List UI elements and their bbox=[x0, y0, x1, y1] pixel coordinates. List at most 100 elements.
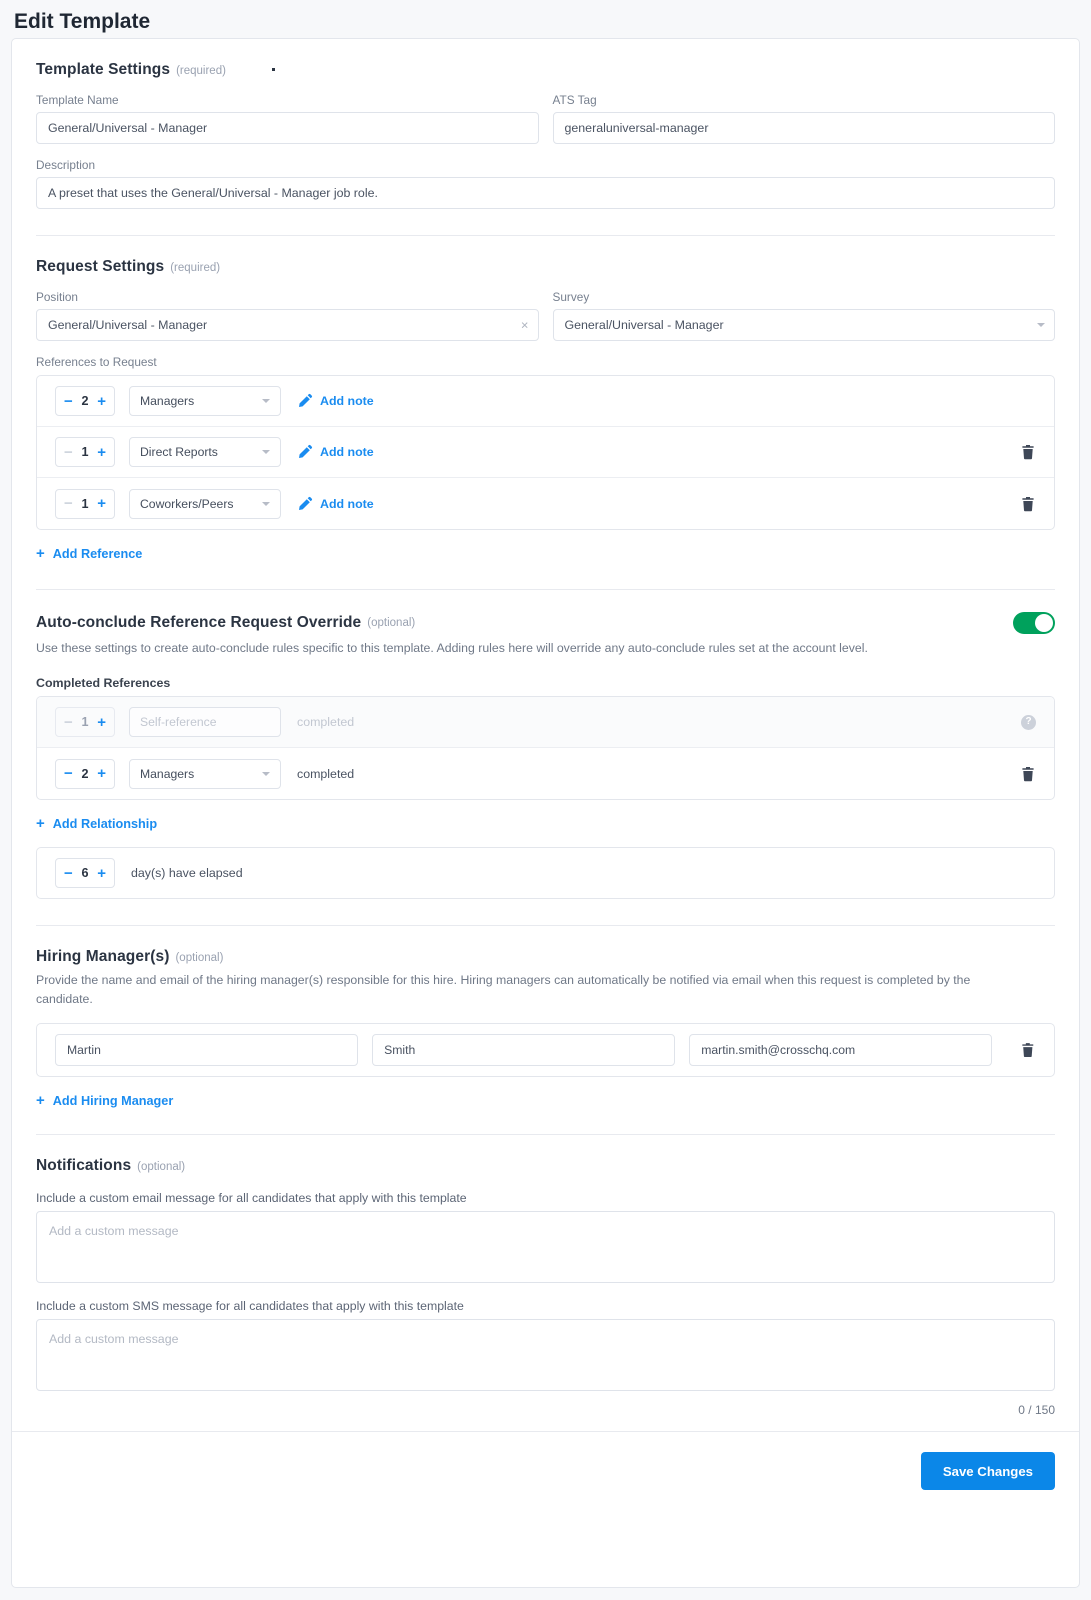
relationship-value: Coworkers/Peers bbox=[140, 496, 234, 511]
reference-count-stepper[interactable]: − 2 + bbox=[55, 386, 115, 416]
completed-suffix: completed bbox=[297, 766, 355, 781]
decrement-button[interactable]: − bbox=[64, 394, 73, 409]
hiring-managers-header: Hiring Manager(s) (optional) bbox=[36, 926, 1055, 966]
auto-conclude-toggle[interactable] bbox=[1013, 612, 1055, 634]
clear-icon[interactable]: × bbox=[521, 319, 529, 332]
auto-conclude-optional-tag: (optional) bbox=[367, 617, 416, 629]
description-input[interactable]: A preset that uses the General/Universal… bbox=[36, 177, 1055, 209]
elapsed-days-label: day(s) have elapsed bbox=[131, 866, 243, 880]
increment-button[interactable]: + bbox=[97, 394, 106, 409]
count-value: 2 bbox=[81, 394, 89, 408]
relationship-select[interactable]: Managers bbox=[129, 758, 281, 789]
references-list: − 2 + Managers Add note − 1 + Direct Rep… bbox=[36, 375, 1055, 530]
chevron-down-icon[interactable] bbox=[262, 501, 270, 506]
increment-button[interactable]: + bbox=[97, 445, 106, 460]
elapsed-days-stepper[interactable]: − 6 + bbox=[55, 858, 115, 888]
footer-actions: Save Changes bbox=[12, 1432, 1079, 1512]
notifications-title: Notifications bbox=[36, 1157, 132, 1174]
add-note-button[interactable]: Add note bbox=[297, 496, 374, 512]
add-note-button[interactable]: Add note bbox=[297, 444, 374, 460]
count-value: 2 bbox=[81, 766, 89, 781]
reference-row: − 1 + Direct Reports Add note bbox=[37, 427, 1054, 478]
sms-message-label: Include a custom SMS message for all can… bbox=[36, 1299, 464, 1313]
ats-tag-input[interactable]: generaluniversal-manager bbox=[552, 112, 1055, 144]
decrement-button[interactable]: − bbox=[64, 766, 73, 781]
chevron-down-icon[interactable] bbox=[262, 771, 270, 776]
relationship-select[interactable]: Coworkers/Peers bbox=[129, 488, 281, 519]
add-relationship-label: Add Relationship bbox=[52, 816, 158, 831]
delete-row-icon[interactable] bbox=[1020, 496, 1036, 512]
relationship-value: Managers bbox=[140, 766, 195, 781]
completed-reference-row: − 1 + Self-reference completed ? bbox=[37, 697, 1054, 748]
add-hiring-manager-button[interactable]: + Add Hiring Manager bbox=[36, 1093, 1055, 1108]
elapsed-days-row: − 6 + day(s) have elapsed bbox=[36, 847, 1055, 899]
template-name-input[interactable]: General/Universal - Manager bbox=[36, 112, 539, 144]
position-select[interactable]: General/Universal - Manager bbox=[36, 309, 539, 341]
completed-references-list: − 1 + Self-reference completed ? − 2 + M… bbox=[36, 696, 1055, 800]
increment-button[interactable]: + bbox=[97, 715, 106, 730]
increment-button[interactable]: + bbox=[97, 866, 106, 881]
reference-count-stepper[interactable]: − 1 + bbox=[55, 437, 115, 467]
position-label: Position bbox=[36, 290, 78, 304]
request-settings-title: Request Settings bbox=[36, 258, 165, 275]
add-note-label: Add note bbox=[320, 445, 374, 459]
plus-icon: + bbox=[36, 815, 45, 832]
sms-char-counter: 0 / 150 bbox=[1018, 1403, 1055, 1417]
toggle-knob bbox=[1035, 614, 1053, 632]
completed-references-label: Completed References bbox=[36, 676, 171, 690]
completed-count-stepper[interactable]: − 2 + bbox=[55, 758, 115, 789]
delete-row-icon[interactable] bbox=[1020, 1042, 1036, 1058]
count-value: 1 bbox=[81, 445, 89, 459]
auto-conclude-header: Auto-conclude Reference Request Override… bbox=[36, 590, 1055, 634]
relationship-value: Direct Reports bbox=[140, 445, 218, 459]
notifications-header: Notifications (optional) bbox=[36, 1135, 1055, 1175]
description-label: Description bbox=[36, 158, 96, 172]
add-relationship-button[interactable]: + Add Relationship bbox=[36, 816, 1055, 831]
template-settings-header: Template Settings (required) bbox=[36, 39, 1055, 79]
sms-message-textarea[interactable]: Add a custom message bbox=[36, 1319, 1055, 1391]
notifications-optional-tag: (optional) bbox=[137, 1161, 186, 1173]
completed-suffix: completed bbox=[297, 715, 355, 729]
reference-count-stepper[interactable]: − 1 + bbox=[55, 488, 115, 519]
add-reference-button[interactable]: + Add Reference bbox=[36, 546, 1055, 561]
plus-icon: + bbox=[36, 1092, 45, 1109]
add-note-button[interactable]: Add note bbox=[297, 393, 374, 409]
relationship-select[interactable]: Direct Reports bbox=[129, 437, 281, 467]
survey-label: Survey bbox=[552, 290, 590, 304]
email-message-label: Include a custom email message for all c… bbox=[36, 1191, 467, 1205]
ats-tag-label: ATS Tag bbox=[552, 93, 597, 107]
completed-count-stepper: − 1 + bbox=[55, 707, 115, 737]
plus-icon: + bbox=[36, 545, 45, 562]
chevron-down-icon[interactable] bbox=[262, 450, 270, 454]
pencil-icon bbox=[299, 496, 313, 510]
email-field[interactable]: martin.smith@crosschq.com bbox=[689, 1034, 993, 1066]
chevron-down-icon[interactable] bbox=[262, 399, 270, 403]
request-settings-required-tag: (required) bbox=[170, 262, 221, 274]
help-icon[interactable]: ? bbox=[1021, 714, 1036, 730]
survey-select[interactable]: General/Universal - Manager bbox=[552, 309, 1055, 341]
increment-button[interactable]: + bbox=[97, 496, 106, 511]
template-name-label: Template Name bbox=[36, 93, 119, 107]
relationship-select[interactable]: Managers bbox=[129, 386, 281, 416]
decrement-button[interactable]: − bbox=[64, 866, 73, 881]
last-name-field[interactable]: Smith bbox=[372, 1034, 676, 1066]
increment-button[interactable]: + bbox=[97, 766, 106, 781]
delete-row-icon[interactable] bbox=[1020, 766, 1036, 782]
chevron-down-icon[interactable] bbox=[1037, 323, 1045, 327]
count-value: 1 bbox=[81, 715, 89, 729]
decrement-button: − bbox=[64, 713, 73, 731]
auto-conclude-title: Auto-conclude Reference Request Override bbox=[36, 614, 362, 631]
pencil-icon bbox=[299, 444, 313, 458]
email-message-textarea[interactable]: Add a custom message bbox=[36, 1211, 1055, 1283]
save-changes-button[interactable]: Save Changes bbox=[920, 1452, 1055, 1490]
first-name-field[interactable]: Martin bbox=[55, 1034, 359, 1066]
add-note-label: Add note bbox=[320, 496, 374, 511]
reference-row: − 2 + Managers Add note bbox=[37, 376, 1054, 427]
request-settings-header: Request Settings (required) bbox=[36, 236, 1055, 276]
add-reference-label: Add Reference bbox=[52, 546, 143, 561]
relationship-value: Self-reference bbox=[140, 715, 217, 729]
decrement-button[interactable]: − bbox=[64, 496, 73, 511]
delete-row-icon[interactable] bbox=[1020, 444, 1036, 460]
decrement-button[interactable]: − bbox=[64, 445, 73, 460]
pencil-icon bbox=[299, 393, 313, 407]
